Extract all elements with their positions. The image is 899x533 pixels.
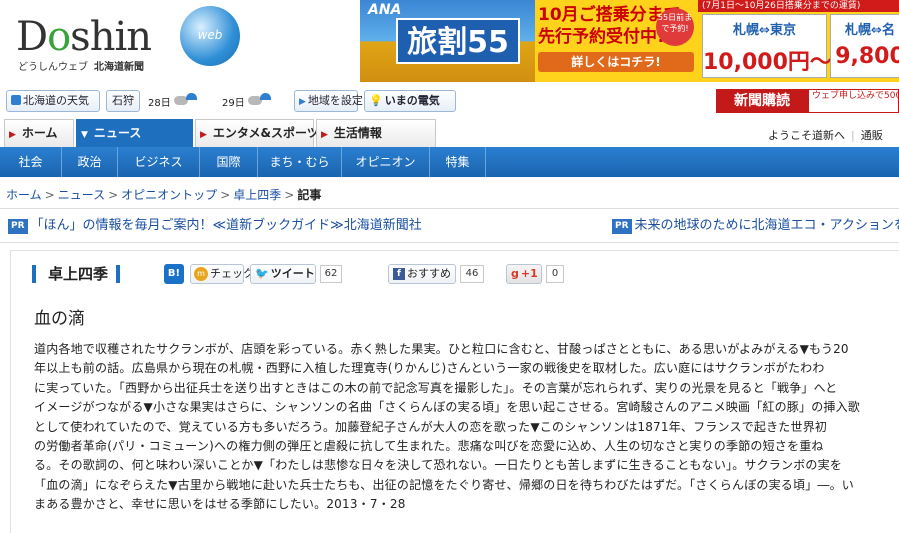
google-plus-count: 0 <box>546 265 564 283</box>
breadcrumb-takujo-shiki[interactable]: 卓上四季 <box>233 188 281 202</box>
electricity-button[interactable]: 💡 いまの電気 <box>364 90 456 112</box>
logo-subtitle: どうしんウェブ 北海道新聞 <box>18 62 144 73</box>
cloud-rain-icon <box>248 93 271 107</box>
breadcrumb-opinion-top[interactable]: オピニオントップ <box>121 188 217 202</box>
category-international[interactable]: 国際 <box>200 147 258 177</box>
ana-ad-banner[interactable]: ANA 旅割55 10月ご搭乗分まで先行予約受付中! 55日前まで予約! 詳しく… <box>360 0 899 82</box>
city-select[interactable]: 石狩 <box>106 90 140 112</box>
article-title: 血の滴 <box>34 309 85 329</box>
breadcrumb: ホーム > ニュース > オピニオントップ > 卓上四季 > 記事 <box>6 188 322 202</box>
article-paragraph-line: 「血の滴」になぞらえた▼古里から戦地に赴いた兵士たちも、出征の記憶をたぐり寄せ、… <box>34 477 854 492</box>
ad-fare-name: 旅割55 <box>396 18 520 64</box>
pr-link-right[interactable]: PR 未来の地球のために北海道エコ・アクションを <box>612 214 899 238</box>
article-body: 道内各地で収穫されたサクランボが、店頭を彩っている。赤く熟した果実。ひと粒口に含… <box>34 340 886 515</box>
tsuhan-link[interactable]: 通販 <box>861 129 883 142</box>
tab-news[interactable]: ▼ ニュース <box>76 119 193 147</box>
logo-wordmark: Doshin <box>16 14 152 60</box>
mixi-check-button[interactable]: m チェック <box>190 264 254 284</box>
tab-entame-sports[interactable]: ▶ エンタメ&スポーツ <box>195 119 319 147</box>
category-business[interactable]: ビジネス <box>118 147 200 177</box>
category-features[interactable]: 特集 <box>430 147 486 177</box>
ad-brand: ANA <box>368 2 402 18</box>
ad-route-1: 札幌⇔東京 <box>733 23 796 38</box>
breadcrumb-home[interactable]: ホーム <box>6 188 42 202</box>
pr-link-left[interactable]: PR 「ほん」の情報を毎月ご案内！≪道新ブックガイド≫北海道新聞社 <box>8 214 422 238</box>
google-icon: g <box>511 267 519 280</box>
twitter-bird-icon: 🐦 <box>255 267 269 280</box>
ad-badge: 55日前まで予約! <box>656 8 694 46</box>
subscribe-note[interactable]: ウェブ申し込みで500円クオカード贈 <box>808 89 899 113</box>
category-nav: 社会 政治 ビジネス 国際 まち・むら オピニオン 特集 <box>0 147 899 177</box>
triangle-icon: ▶ <box>321 130 328 140</box>
article-paragraph-line: 年以上も前の話。広島県から現在の札幌・西野に入植した理寛寺(りかんじ)さんという… <box>34 361 825 376</box>
ad-price-box-1: 札幌⇔東京 10,000円～ <box>702 14 832 78</box>
facebook-like-count: 46 <box>460 265 484 283</box>
weather-day-1: 28日 <box>148 98 171 109</box>
ad-detail-button[interactable]: 詳しくはコチラ! <box>538 52 694 72</box>
article-paragraph-line: る。その歌詞の、何と味わい深いことか▼「わたしは悲惨な日々を決して恐れない。一日… <box>34 458 843 473</box>
article-paragraph-line: イメージがつながる▼小さな果実はさらに、シャンソンの名曲「さくらんぼの実る頃」を… <box>34 400 860 415</box>
tab-life-info[interactable]: ▶ 生活情報 <box>316 119 436 147</box>
welcome-area: ようこそ道新へ | 通販 <box>768 129 883 142</box>
triangle-icon: ▶ <box>200 130 207 140</box>
category-opinion[interactable]: オピニオン <box>342 147 430 177</box>
welcome-link[interactable]: ようこそ道新へ <box>768 129 845 142</box>
google-plus-one-button[interactable]: g +1 <box>506 264 542 284</box>
divider <box>0 242 899 243</box>
site-header: Doshin web どうしんウェブ 北海道新聞 ANA 旅割55 10月ご搭乗分… <box>0 0 899 82</box>
area-setting-button[interactable]: ▶ 地域を設定 <box>294 90 363 112</box>
article-paragraph-line: として使われていたので、覚えている方も多いだろう。加藤登紀子さんが大人の恋を歌っ… <box>34 419 828 434</box>
divider <box>0 208 899 209</box>
tweet-button[interactable]: 🐦 ツイート <box>250 264 316 284</box>
ad-price-box-2: 札幌⇔名 9,800 <box>830 14 899 78</box>
breadcrumb-current: 記事 <box>297 188 322 202</box>
play-icon: ▶ <box>299 97 306 107</box>
tab-home[interactable]: ▶ ホーム <box>4 119 74 147</box>
map-icon <box>11 95 21 105</box>
logo-web-globe: web <box>180 6 240 66</box>
pr-tag: PR <box>612 219 632 234</box>
tweet-count: 62 <box>320 265 342 283</box>
article-paragraph-line: に実っていた。「西野から出征兵士を送り出すときはこの木の前で記念写真を撮影した」… <box>34 380 838 395</box>
lightbulb-icon: 💡 <box>369 94 383 107</box>
ad-price-2: 9,800 <box>835 44 899 69</box>
breadcrumb-news[interactable]: ニュース <box>58 188 105 202</box>
category-politics[interactable]: 政治 <box>62 147 118 177</box>
facebook-like-button[interactable]: f おすすめ <box>388 264 456 284</box>
column-title: 卓上四季 <box>32 265 121 283</box>
category-town-village[interactable]: まち・むら <box>258 147 342 177</box>
hatena-bookmark-button[interactable]: B! <box>164 264 184 284</box>
ad-period-strip: (7月1日～10月26日搭乗分までの運賃) <box>698 0 899 12</box>
ad-price-1: 10,000円～ <box>703 50 832 75</box>
mixi-icon: m <box>194 267 208 281</box>
triangle-icon: ▶ <box>9 130 16 140</box>
weather-day-2: 29日 <box>222 98 245 109</box>
article-paragraph-line: 道内各地で収穫されたサクランボが、店頭を彩っている。赤く熟した果実。ひと粒口に含… <box>34 342 849 356</box>
triangle-icon: ▼ <box>81 130 88 140</box>
doshin-logo[interactable]: Doshin web どうしんウェブ 北海道新聞 <box>16 6 240 73</box>
category-society[interactable]: 社会 <box>0 147 62 177</box>
ad-route-2: 札幌⇔名 <box>845 23 895 38</box>
weather-button[interactable]: 北海道の天気 <box>6 90 100 112</box>
main-nav: ▶ ホーム ▼ ニュース ▶ エンタメ&スポーツ ▶ 生活情報 <box>0 119 899 147</box>
pr-tag: PR <box>8 219 28 234</box>
facebook-icon: f <box>393 268 405 280</box>
article-paragraph-line: まある豊かさと、幸せに思いをはせる季節にしたい。2013・7・28 <box>34 497 406 512</box>
cloud-rain-icon <box>174 93 197 107</box>
article-paragraph-line: の労働者革命(パリ・コミューン)への権力側の弾圧と虐殺に抗して生まれた。悲痛な叫… <box>34 439 824 454</box>
subscribe-button[interactable]: 新聞購読 <box>716 89 808 113</box>
pr-line: PR 「ほん」の情報を毎月ご案内！≪道新ブックガイド≫北海道新聞社 PR 未来の地球… <box>0 214 899 238</box>
